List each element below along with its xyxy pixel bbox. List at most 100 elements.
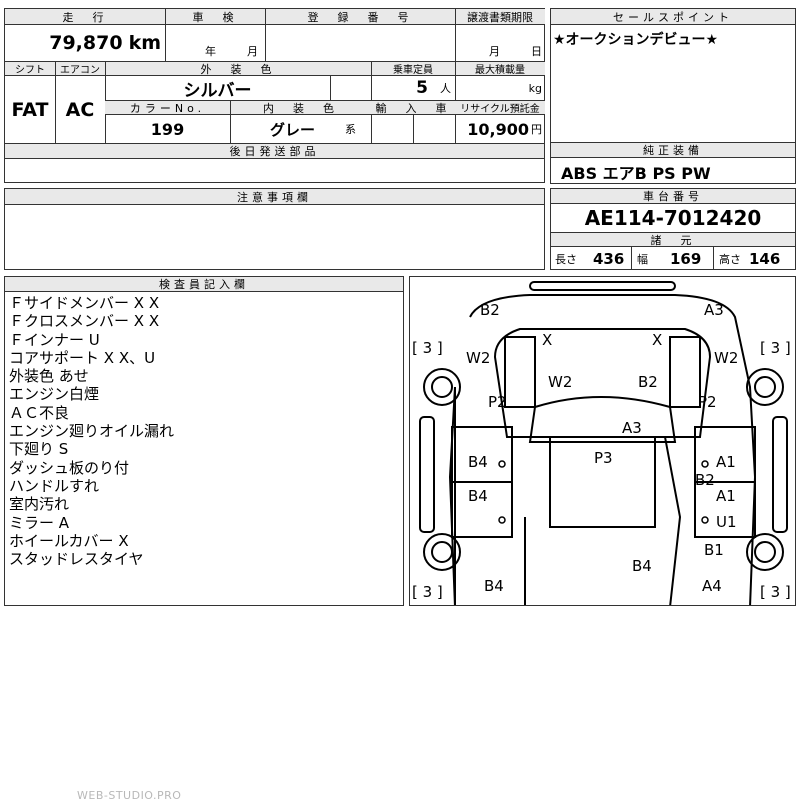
tread-rear-left: [ 3 ]: [412, 583, 443, 601]
damage-mark: X: [652, 331, 663, 349]
mirror-point-shape: [498, 516, 506, 524]
divider: [631, 247, 632, 269]
inspector-note: Ｆクロスメンバー X X: [9, 312, 160, 331]
car-diagram-box: [ 3 ] [ 3 ] [ 3 ] [ 3 ] B2 A3 X X W2 W2 …: [409, 276, 796, 606]
mileage-number: 79,870: [49, 32, 123, 54]
damage-mark: W2: [466, 349, 491, 367]
inspection-month-unit: 月: [247, 45, 258, 58]
height-label: 高さ: [719, 253, 741, 266]
damage-mark: A1: [716, 453, 736, 471]
windshield-shape: [528, 396, 677, 443]
later-parts-box: 後日発送部品: [4, 143, 545, 183]
inspector-note: ダッシュ板のり付: [9, 458, 130, 477]
mirror-point-shape: [498, 460, 506, 468]
damage-mark: B2: [638, 373, 658, 391]
damage-mark: P3: [594, 449, 613, 467]
interior-color-suffix: 系: [345, 123, 357, 136]
length-label: 長さ: [555, 253, 577, 266]
notes-box: 注意事項欄: [4, 188, 545, 270]
inspector-note: ミラー A: [9, 513, 70, 532]
front-right-wheel-shape: [746, 368, 784, 406]
capacity-unit: 人: [440, 82, 451, 95]
shift-header: シフト: [5, 62, 55, 76]
damage-mark: U1: [716, 513, 737, 531]
damage-mark: B4: [468, 453, 488, 471]
inspector-note: Ｆサイドメンバー X X: [9, 294, 160, 312]
inspector-note: ホイールカバー X: [9, 531, 129, 550]
damage-mark: B2: [695, 471, 715, 489]
damage-mark: B4: [632, 557, 652, 575]
transfer-deadline-header: 譲渡書類期限: [455, 9, 545, 25]
damage-mark: W2: [548, 373, 573, 391]
interior-color-header: 内 装 色: [230, 101, 371, 115]
deadline-day-unit: 日: [531, 45, 542, 58]
chassis-box: 車台番号 AE114-7012420 諸 元 長さ 436 幅 169 高さ 1…: [550, 188, 796, 270]
divider: [455, 9, 456, 61]
genuine-equipment-value: ABS エアB PS PW: [561, 164, 711, 183]
damage-mark: A3: [622, 419, 642, 437]
genuine-equipment-header: 純正装備: [551, 143, 795, 158]
inspector-note: コアサポート X X、U: [9, 348, 156, 367]
notes-header: 注意事項欄: [5, 189, 544, 205]
left-rail-shape: [504, 336, 536, 408]
hood-shape: [493, 328, 712, 438]
import-header: 輸 入 車: [371, 101, 455, 115]
interior-color-text: グレー: [270, 120, 316, 139]
sales-point-box: セールスポイント ★オークションデビュー★: [550, 8, 796, 144]
damage-mark: W2: [714, 349, 739, 367]
mileage-header: 走 行: [5, 9, 165, 25]
damage-mark: A3: [704, 301, 724, 319]
inspector-box: 検査員記入欄 Ｆサイドメンバー X X Ｆクロスメンバー X X Ｆインナー U…: [4, 276, 404, 802]
length-spec: 長さ 436: [555, 248, 624, 270]
registration-header: 登 録 番 号: [265, 9, 455, 25]
sales-point-header: セールスポイント: [551, 9, 795, 25]
divider: [330, 76, 331, 100]
inspector-note: エンジン廻りオイル漏れ: [9, 422, 175, 441]
damage-mark: X: [542, 331, 553, 349]
divider: [265, 9, 266, 61]
inspector-header: 検査員記入欄: [5, 277, 403, 292]
mirror-point-shape: [701, 460, 709, 468]
later-parts-header: 後日発送部品: [5, 144, 544, 159]
exterior-color-value: シルバー: [183, 80, 252, 101]
max-load-header: 最大積載量: [455, 62, 545, 76]
mileage-value: 79,870 km: [5, 25, 165, 61]
inspector-note: スタッドレスタイヤ: [9, 550, 144, 569]
damage-mark: B4: [468, 487, 488, 505]
vehicle-info-block: 走 行 車 検 登 録 番 号 譲渡書類期限 79,870 km 年 月 月 日…: [4, 8, 545, 144]
specs-header: 諸 元: [551, 233, 795, 247]
inspection-header: 車 検: [165, 9, 265, 25]
aircon-header: エアコン: [55, 62, 105, 76]
aircon-value: AC: [65, 98, 95, 121]
capacity-header: 乗車定員: [371, 62, 455, 76]
height-value: 146: [749, 250, 781, 268]
width-label: 幅: [637, 253, 648, 266]
chassis-header: 車台番号: [551, 189, 795, 204]
watermark: WEB-STUDIO.PRO: [77, 789, 182, 802]
height-spec: 高さ 146: [719, 248, 780, 270]
exterior-color-header: 外 装 色: [105, 62, 371, 76]
left-sill-shape: [419, 416, 435, 533]
damage-mark: B1: [704, 541, 724, 559]
inspection-year-unit: 年: [205, 45, 216, 58]
tread-rear-right: [ 3 ]: [760, 583, 791, 601]
recycle-number: 10,900: [467, 119, 529, 139]
car-outline-diagram: [419, 281, 788, 605]
tread-front-right: [ 3 ]: [760, 339, 791, 357]
inspector-note: 室内汚れ: [9, 495, 70, 514]
inspector-notes-list: Ｆサイドメンバー X X Ｆクロスメンバー X X Ｆインナー U コアサポート…: [9, 294, 174, 568]
shift-value: FAT: [11, 98, 49, 121]
width-spec: 幅 169: [637, 248, 701, 270]
divider: [165, 9, 166, 61]
damage-mark: A1: [716, 487, 736, 505]
mirror-point-shape: [701, 516, 709, 524]
inspector-note: エンジン白煙: [9, 385, 100, 404]
rear-right-hub-shape: [754, 541, 776, 563]
inspector-note: Ｆインナー U: [9, 330, 100, 349]
capacity-value: 5 人: [371, 76, 455, 100]
front-left-hub-shape: [431, 376, 453, 398]
damage-mark: P2: [698, 393, 717, 411]
color-no-value: 199: [150, 119, 185, 139]
sales-point-text: ★オークションデビュー★: [553, 32, 719, 48]
recycle-value: 10,900 円: [455, 115, 545, 143]
